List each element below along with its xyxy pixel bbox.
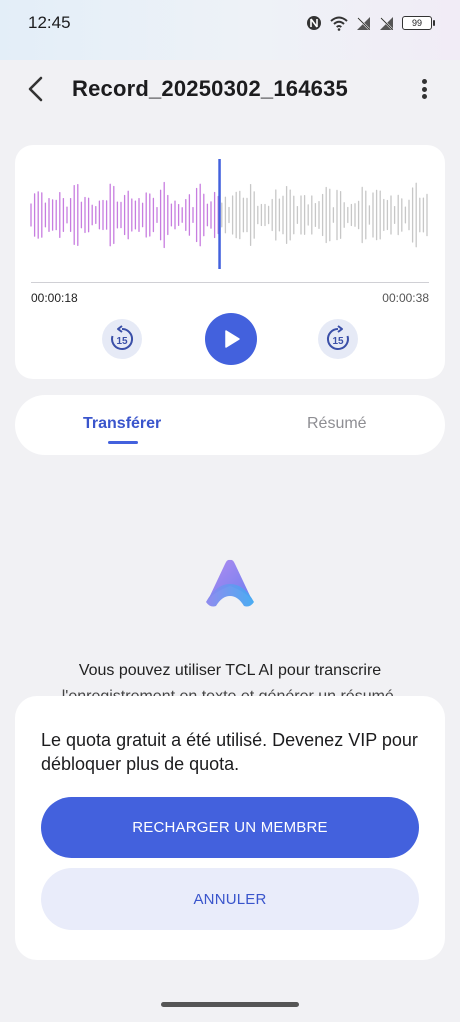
status-bar: 12:45 99	[0, 0, 460, 46]
rewind-15-icon: 15	[111, 325, 134, 350]
quota-message: Le quota gratuit a été utilisé. Devenez …	[41, 730, 418, 774]
tcl-ai-logo-icon	[206, 559, 254, 607]
nfc-icon	[307, 16, 321, 30]
audio-player-card: 00:00:18 00:00:38 15 15	[15, 145, 445, 379]
more-options-icon[interactable]	[412, 76, 436, 102]
rewind-15-button[interactable]: 15	[102, 319, 142, 359]
cancel-button[interactable]: ANNULER	[41, 868, 419, 930]
no-signal-icon-2	[380, 16, 393, 30]
rewind-label: 15	[116, 336, 128, 347]
elapsed-time: 00:00:18	[31, 291, 78, 305]
recharge-member-button[interactable]: RECHARGER UN MEMBRE	[41, 797, 419, 858]
tab-bar: Transférer Résumé	[15, 395, 445, 455]
tab-resume[interactable]: Résumé	[307, 415, 367, 433]
waveform[interactable]	[29, 157, 431, 269]
back-arrow-icon[interactable]	[24, 76, 48, 102]
forward-15-button[interactable]: 15	[318, 319, 358, 359]
home-indicator[interactable]	[161, 1002, 299, 1007]
forward-label: 15	[332, 336, 344, 347]
battery-icon: 99	[402, 16, 435, 30]
battery-level: 99	[411, 18, 422, 28]
forward-15-icon: 15	[326, 325, 349, 350]
status-time: 12:45	[28, 13, 71, 32]
active-tab-indicator	[108, 441, 138, 444]
status-icons: 99	[306, 15, 435, 31]
play-icon	[225, 330, 240, 348]
total-time: 00:00:38	[382, 291, 429, 305]
tab-transferer[interactable]: Transférer	[83, 415, 161, 433]
no-signal-icon	[357, 16, 370, 30]
wifi-icon	[330, 16, 348, 31]
page-title: Record_20250302_164635	[72, 76, 348, 101]
play-button[interactable]	[205, 313, 257, 365]
progress-track[interactable]	[31, 282, 429, 283]
app-header: Record_20250302_164635	[0, 64, 460, 114]
quota-dialog: Le quota gratuit a été utilisé. Devenez …	[15, 696, 445, 960]
ai-promo-line-1: Vous pouvez utiliser TCL AI pour transcr…	[78, 662, 382, 679]
